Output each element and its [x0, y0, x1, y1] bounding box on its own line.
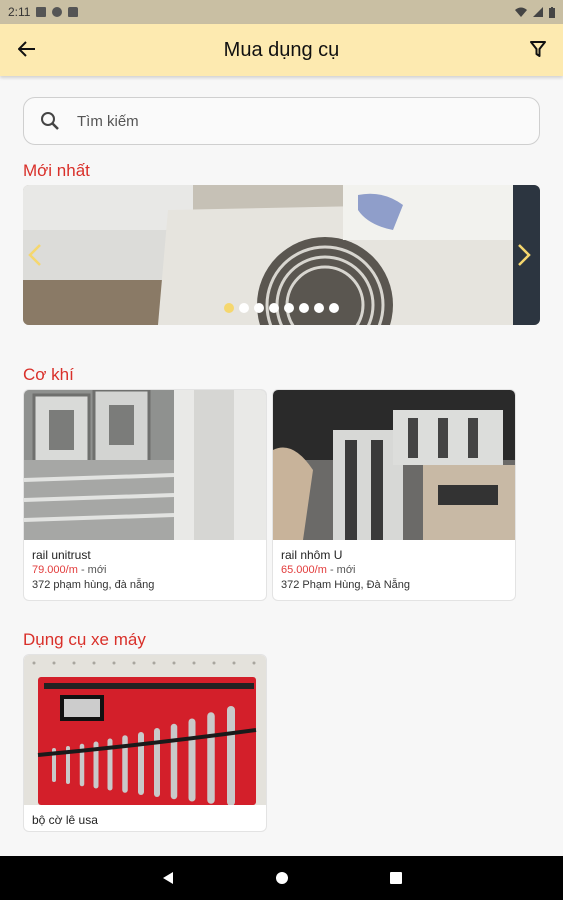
product-name: bộ cờ lê usa — [32, 813, 98, 827]
filter-icon — [530, 41, 546, 57]
app-notification-icon — [52, 7, 63, 17]
product-address: 372 phạm hùng, đà nẵng — [32, 579, 155, 591]
carousel-dot[interactable] — [269, 303, 279, 313]
signal-icon — [533, 7, 543, 17]
app-bar: Mua dụng cụ — [0, 24, 563, 76]
section-title-motorbike: Dụng cụ xe máy — [23, 630, 146, 649]
section-title-mechanical: Cơ khí — [23, 365, 74, 384]
product-name: rail unitrust — [32, 548, 91, 562]
carousel-dot[interactable] — [314, 303, 324, 313]
carousel-dot[interactable] — [299, 303, 309, 313]
carousel-dot[interactable] — [284, 303, 294, 313]
chevron-left-icon[interactable] — [27, 243, 43, 267]
back-button[interactable] — [14, 36, 40, 62]
battery-icon — [549, 6, 555, 18]
arrow-left-icon — [18, 41, 35, 57]
search-placeholder: Tìm kiếm — [77, 112, 139, 130]
carousel-dot[interactable] — [224, 303, 234, 313]
product-card[interactable]: rail nhôm U 65.000/m - mới 372 Phạm Hùng… — [272, 389, 516, 601]
wifi-icon — [515, 7, 527, 17]
nav-home-icon[interactable] — [275, 871, 289, 885]
section-title-newest: Mới nhất — [23, 161, 90, 180]
carousel-dot[interactable] — [329, 303, 339, 313]
product-card[interactable]: bộ cờ lê usa — [23, 654, 267, 832]
product-price: 79.000/m — [32, 564, 78, 576]
carousel-dot[interactable] — [254, 303, 264, 313]
product-image — [273, 390, 515, 540]
product-condition: - mới — [329, 564, 356, 576]
product-price: 65.000/m — [281, 564, 327, 576]
product-image — [24, 655, 266, 805]
filter-button[interactable] — [525, 36, 551, 62]
search-icon — [41, 112, 59, 130]
carousel-dot[interactable] — [239, 303, 249, 313]
product-name: rail nhôm U — [281, 548, 343, 562]
nav-recents-icon[interactable] — [389, 871, 403, 885]
product-image — [24, 390, 266, 540]
system-nav-bar — [0, 856, 563, 900]
product-address: 372 Phạm Hùng, Đà Nẵng — [281, 579, 411, 591]
status-bar: 2:11 — [0, 0, 563, 24]
newest-carousel[interactable] — [23, 185, 540, 325]
sd-card-icon — [68, 7, 79, 17]
search-input[interactable]: Tìm kiếm — [23, 97, 540, 145]
product-condition: - mới — [80, 564, 107, 576]
status-time: 2:11 — [8, 5, 31, 19]
nav-back-icon[interactable] — [161, 871, 175, 885]
notification-icon — [36, 7, 47, 17]
product-card[interactable]: rail unitrust 79.000/m - mới 372 phạm hù… — [23, 389, 267, 601]
page-title: Mua dụng cụ — [223, 38, 340, 61]
carousel-indicators — [224, 303, 339, 313]
chevron-right-icon[interactable] — [516, 243, 532, 267]
